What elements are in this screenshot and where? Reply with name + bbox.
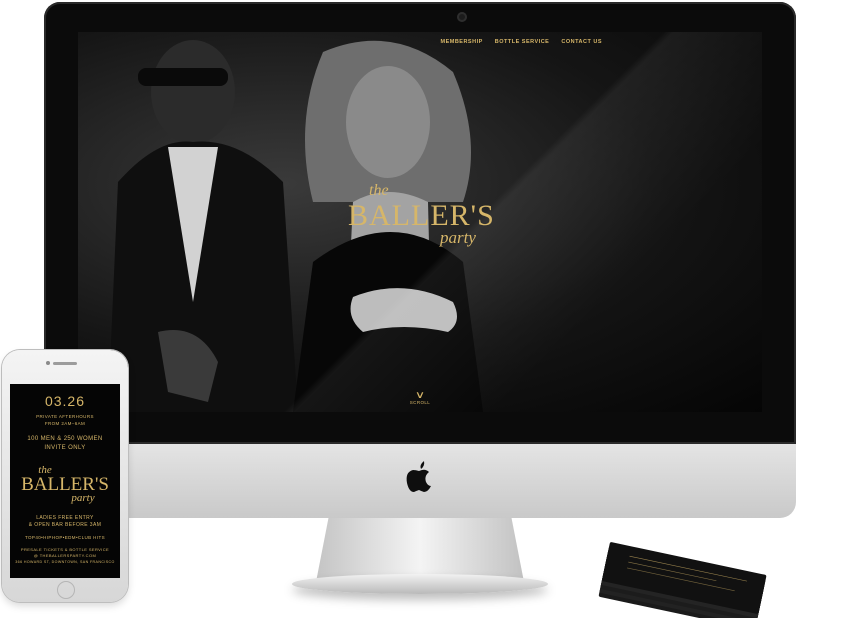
flyer-line-7: TOP40•HIPHOP•EDM•CLUB HITS bbox=[24, 535, 106, 540]
flyer-line-6: & OPEN BAR BEFORE 3AM bbox=[28, 522, 102, 528]
nav-membership[interactable]: MEMBERSHIP bbox=[440, 39, 482, 45]
nav-bottle-service[interactable]: BOTTLE SERVICE bbox=[495, 39, 550, 45]
flyer-line-5: LADIES FREE ENTRY bbox=[36, 515, 94, 521]
website-screen: MEMBERSHIP BOTTLE SERVICE CONTACT US the… bbox=[78, 32, 762, 412]
nav-contact-us[interactable]: CONTACT US bbox=[561, 39, 602, 45]
business-cards-stack bbox=[598, 542, 767, 618]
flyer-date: 03.26 bbox=[44, 393, 86, 409]
flyer-line-9: @ THEBALLERSPARTY.COM bbox=[33, 553, 97, 558]
speaker-grille bbox=[53, 362, 77, 365]
monitor-chin bbox=[44, 444, 796, 518]
iphone-mockup: 03.26 PRIVATE AFTERHOURS FROM 2AM–6AM 10… bbox=[2, 350, 128, 602]
camera-icon bbox=[457, 12, 467, 22]
flyer-line-2: FROM 2AM–6AM bbox=[44, 421, 86, 426]
flyer-line-3: 100 MEN & 250 WOMEN bbox=[27, 436, 103, 442]
flyer-line-10: 366 HOWARD ST, DOWNTOWN, SAN FRANCISCO bbox=[15, 560, 115, 564]
monitor-stand bbox=[316, 518, 524, 582]
logo-party: party bbox=[440, 228, 476, 247]
flyer-line-8: PRESALE TICKETS & BOTTLE SERVICE bbox=[20, 547, 110, 552]
camera-icon bbox=[46, 361, 50, 365]
phone-flyer-screen: 03.26 PRIVATE AFTERHOURS FROM 2AM–6AM 10… bbox=[10, 384, 120, 578]
logo-the: the bbox=[369, 182, 389, 199]
site-nav: MEMBERSHIP BOTTLE SERVICE CONTACT US bbox=[440, 39, 602, 45]
flyer-line-1: PRIVATE AFTERHOURS bbox=[36, 414, 94, 419]
monitor-base bbox=[292, 574, 548, 594]
home-button[interactable] bbox=[57, 581, 75, 599]
flyer-logo-party: party bbox=[71, 492, 95, 504]
chevron-down-icon: ∨ bbox=[414, 390, 426, 401]
scroll-button[interactable]: ∨ SCROLL bbox=[408, 391, 432, 406]
flyer-line-4: INVITE ONLY bbox=[44, 445, 86, 451]
apple-logo-icon bbox=[406, 461, 431, 492]
